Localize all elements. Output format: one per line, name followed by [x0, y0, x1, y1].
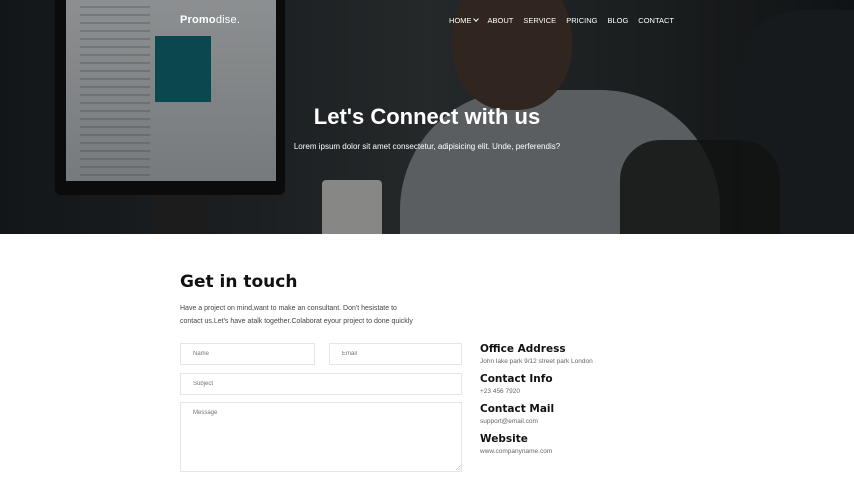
nav-pricing[interactable]: PRICING [566, 16, 597, 25]
office-address-value: John lake park 9/12 street park London [480, 358, 593, 365]
office-address-title: Office Address [480, 343, 566, 355]
website-block: Website www.companyname.com [480, 433, 680, 455]
contact-info-block: Contact Info +23 456 7920 [480, 373, 680, 395]
brand-logo[interactable]: Promodise. [180, 14, 240, 26]
brand-rest: dise. [215, 14, 241, 26]
chevron-down-icon [472, 16, 479, 22]
resize-grip-icon[interactable] [456, 465, 461, 470]
contact-intro: Get in touch Have a project on mind,want… [180, 272, 680, 328]
brand-bold: Promo [180, 14, 216, 26]
email-field[interactable] [329, 343, 462, 365]
hero-title: Let's Connect with us [313, 104, 541, 129]
hero-subtitle: Lorem ipsum dolor sit amet consectetur, … [293, 142, 561, 151]
contact-info-title: Contact Info [480, 373, 553, 385]
message-field[interactable] [180, 402, 462, 472]
nav-home-label: HOME [449, 16, 472, 25]
hero-banner: Promodise. HOME ABOUT SERVICE PRICING BL… [0, 0, 854, 234]
mail-value[interactable]: support@email.com [480, 418, 680, 425]
subject-field[interactable] [180, 373, 462, 395]
section-title: Get in touch [180, 272, 298, 292]
nav-contact[interactable]: CONTACT [638, 16, 674, 25]
contact-mail-block: Contact Mail support@email.com [480, 403, 680, 425]
nav-home[interactable]: HOME [449, 16, 479, 25]
description-line-2: contact us.Let's have atalk together.Col… [180, 318, 413, 325]
section-description: Have a project on mind,want to make an c… [180, 302, 420, 328]
name-field[interactable] [180, 343, 315, 365]
nav-about[interactable]: ABOUT [488, 16, 514, 25]
navbar: Promodise. HOME ABOUT SERVICE PRICING BL… [0, 0, 854, 42]
main-nav: HOME ABOUT SERVICE PRICING BLOG CONTACT [449, 16, 674, 25]
nav-service[interactable]: SERVICE [523, 16, 556, 25]
description-line-1: Have a project on mind,want to make an c… [180, 305, 397, 312]
nav-blog[interactable]: BLOG [607, 16, 628, 25]
contact-mail-title: Contact Mail [480, 403, 555, 415]
contact-info: Office Address John lake park 9/12 stree… [480, 343, 680, 463]
office-address-block: Office Address John lake park 9/12 stree… [480, 343, 680, 365]
website-title: Website [480, 433, 528, 445]
phone-value: +23 456 7920 [480, 388, 520, 395]
website-value[interactable]: www.companyname.com [480, 448, 680, 455]
